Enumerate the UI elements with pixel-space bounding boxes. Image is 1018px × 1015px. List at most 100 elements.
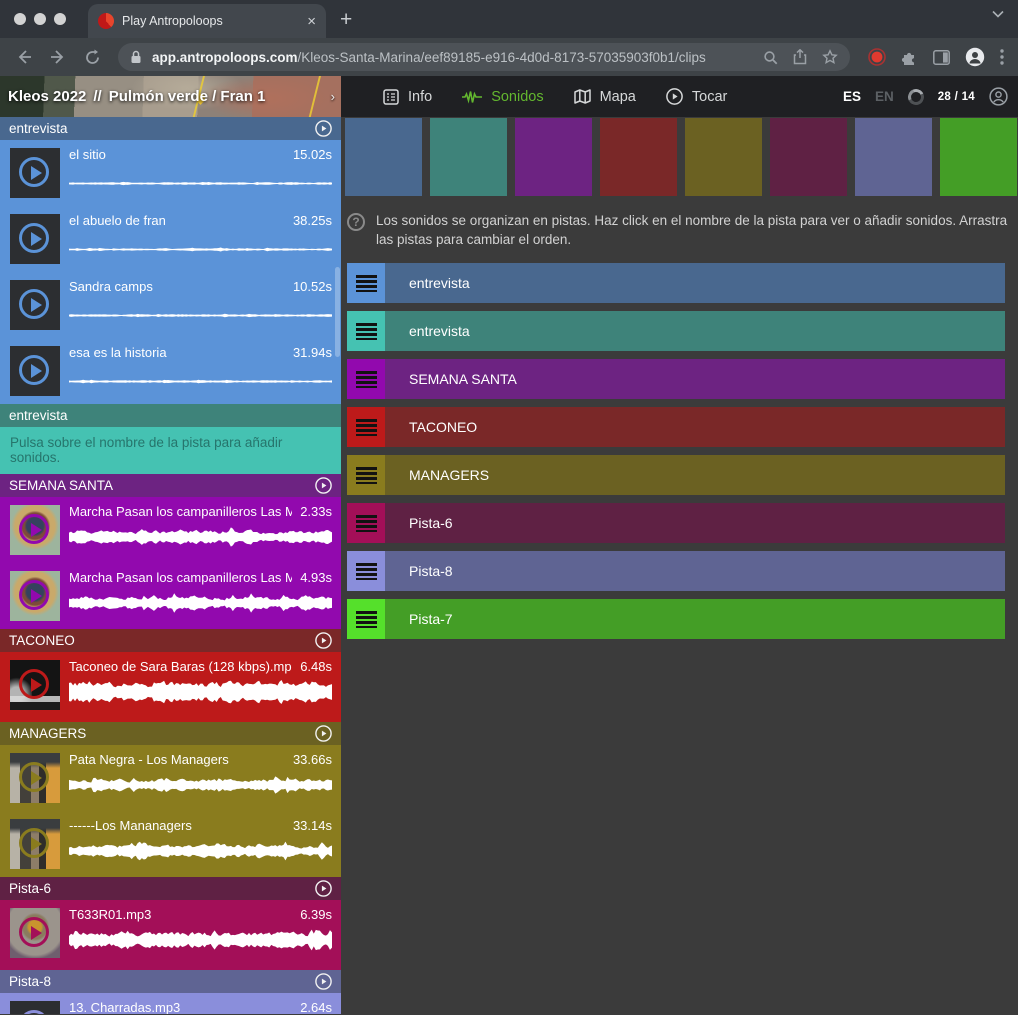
record-extension-icon[interactable] <box>868 48 886 66</box>
drag-handle[interactable] <box>347 359 385 399</box>
address-bar[interactable]: app.antropoloops.com/Kleos-Santa-Marina/… <box>118 43 850 71</box>
back-icon[interactable] <box>10 43 38 71</box>
track-header[interactable]: Pista-8 <box>0 970 341 993</box>
track-name[interactable]: SEMANA SANTA <box>9 478 113 493</box>
clip-el-abuelo[interactable]: el abuelo de fran38.25s <box>0 206 341 272</box>
waveform[interactable] <box>69 374 332 389</box>
clip-thumbnail[interactable] <box>10 819 60 869</box>
clip-charradas[interactable]: 13. Charradas.mp32.64s <box>0 993 341 1014</box>
track-row-name[interactable]: entrevista <box>385 263 1005 303</box>
track-name[interactable]: entrevista <box>9 121 68 136</box>
track-name[interactable]: TACONEO <box>9 633 75 648</box>
track-name[interactable]: MANAGERS <box>9 726 86 741</box>
remix-name[interactable]: Pulmón verde / Fran 1 <box>109 88 266 105</box>
waveform[interactable] <box>69 588 332 618</box>
zoom-window-button[interactable] <box>54 13 66 25</box>
nav-sonidos[interactable]: Sonidos <box>462 89 543 105</box>
clip-thumbnail[interactable] <box>10 505 60 555</box>
track-header[interactable]: entrevista <box>0 404 341 427</box>
waveform[interactable] <box>69 308 332 323</box>
waveform[interactable] <box>69 677 332 707</box>
waveform[interactable] <box>69 836 332 866</box>
track-swatch[interactable] <box>515 118 592 196</box>
waveform[interactable] <box>69 242 332 257</box>
lang-en-button[interactable]: EN <box>875 89 894 104</box>
drag-handle[interactable] <box>347 311 385 351</box>
waveform[interactable] <box>69 770 332 800</box>
track-header[interactable]: TACONEO <box>0 629 341 652</box>
waveform[interactable] <box>69 522 332 552</box>
clip-thumbnail[interactable] <box>10 148 60 198</box>
tab-search-chevron-icon[interactable] <box>992 10 1004 18</box>
clip-thumbnail[interactable] <box>10 908 60 958</box>
track-row-name[interactable]: TACONEO <box>385 407 1005 447</box>
bookmark-star-icon[interactable] <box>822 49 838 65</box>
side-panel-icon[interactable] <box>933 50 950 65</box>
clip-sandra-camps[interactable]: Sandra camps10.52s <box>0 272 341 338</box>
clip-marcha-1[interactable]: Marcha Pasan los campanilleros Las Mejor… <box>0 497 341 563</box>
drag-handle[interactable] <box>347 455 385 495</box>
url-text[interactable]: app.antropoloops.com/Kleos-Santa-Marina/… <box>152 50 753 65</box>
waveform[interactable] <box>69 176 332 191</box>
track-row-semana-santa[interactable]: SEMANA SANTA <box>347 359 1005 399</box>
clip-taconeo[interactable]: Taconeo de Sara Baras (128 kbps).mp36.48… <box>0 652 341 722</box>
window-controls[interactable] <box>0 13 80 25</box>
track-row-pista-6[interactable]: Pista-6 <box>347 503 1005 543</box>
play-track-button[interactable] <box>315 120 332 137</box>
project-breadcrumb[interactable]: Kleos 2022 // Pulmón verde / Fran 1 › <box>0 76 341 117</box>
browser-tab[interactable]: Play Antropoloops × <box>88 4 326 38</box>
clip-thumbnail[interactable] <box>10 660 60 710</box>
track-header[interactable]: entrevista <box>0 117 341 140</box>
track-header[interactable]: MANAGERS <box>0 722 341 745</box>
track-swatch[interactable] <box>685 118 762 196</box>
nav-tocar[interactable]: Tocar <box>666 88 727 105</box>
track-row-name[interactable]: Pista-6 <box>385 503 1005 543</box>
clip-thumbnail[interactable] <box>10 571 60 621</box>
track-row-pista-8[interactable]: Pista-8 <box>347 551 1005 591</box>
play-track-button[interactable] <box>315 880 332 897</box>
account-icon[interactable] <box>989 87 1008 106</box>
reload-icon[interactable] <box>78 43 106 71</box>
drag-handle[interactable] <box>347 503 385 543</box>
nav-info[interactable]: Info <box>383 89 432 105</box>
new-tab-button[interactable]: + <box>340 9 352 30</box>
track-row-taconeo[interactable]: TACONEO <box>347 407 1005 447</box>
close-window-button[interactable] <box>14 13 26 25</box>
profile-avatar-icon[interactable] <box>965 47 985 67</box>
extensions-puzzle-icon[interactable] <box>901 49 918 66</box>
lang-es-button[interactable]: ES <box>843 89 861 104</box>
clip-thumbnail[interactable] <box>10 1001 60 1014</box>
track-row-name[interactable]: MANAGERS <box>385 455 1005 495</box>
forward-icon[interactable] <box>44 43 72 71</box>
track-row-name[interactable]: entrevista <box>385 311 1005 351</box>
clip-esa-es-la-historia[interactable]: esa es la historia31.94s <box>0 338 341 404</box>
track-name[interactable]: Pista-6 <box>9 881 51 896</box>
play-track-button[interactable] <box>315 973 332 990</box>
track-swatch[interactable] <box>345 118 422 196</box>
share-icon[interactable] <box>793 49 807 65</box>
track-name[interactable]: entrevista <box>9 408 68 423</box>
track-name[interactable]: Pista-8 <box>9 974 51 989</box>
clip-pata-negra[interactable]: Pata Negra - Los Managers33.66s <box>0 745 341 811</box>
track-swatch[interactable] <box>855 118 932 196</box>
drag-handle[interactable] <box>347 551 385 591</box>
minimize-window-button[interactable] <box>34 13 46 25</box>
clip-marcha-2[interactable]: Marcha Pasan los campanilleros Las Mejor… <box>0 563 341 629</box>
search-icon[interactable] <box>763 50 778 65</box>
clip-el-sitio[interactable]: el sitio15.02s <box>0 140 341 206</box>
track-row-name[interactable]: Pista-7 <box>385 599 1005 639</box>
play-track-button[interactable] <box>315 477 332 494</box>
project-name[interactable]: Kleos 2022 <box>8 88 86 105</box>
waveform[interactable] <box>69 925 332 955</box>
track-row-name[interactable]: SEMANA SANTA <box>385 359 1005 399</box>
menu-kebab-icon[interactable] <box>1000 49 1004 65</box>
drag-handle[interactable] <box>347 599 385 639</box>
drag-handle[interactable] <box>347 263 385 303</box>
play-track-button[interactable] <box>315 725 332 742</box>
nav-mapa[interactable]: Mapa <box>574 89 636 105</box>
track-header[interactable]: Pista-6 <box>0 877 341 900</box>
clip-thumbnail[interactable] <box>10 280 60 330</box>
track-swatch[interactable] <box>430 118 507 196</box>
track-row-entrevista-blue[interactable]: entrevista <box>347 263 1005 303</box>
clip-thumbnail[interactable] <box>10 214 60 264</box>
